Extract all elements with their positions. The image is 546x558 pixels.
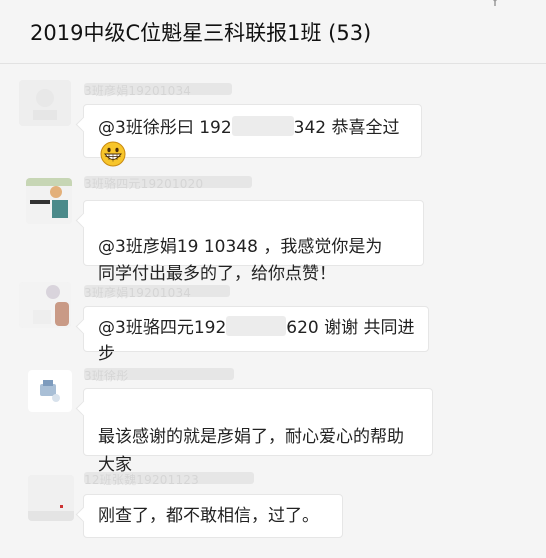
avatar[interactable] xyxy=(19,282,71,328)
message-text: @3班彦娟19 10348 ，我感觉你是为 同学付出最多的了，给你点赞！ xyxy=(98,237,383,284)
chat-title: 2019中级C位魁星三科联报1班 (53) xyxy=(30,21,372,45)
sender-name: 3班徐彤 xyxy=(84,369,129,383)
chat-header: 2019中级C位魁星三科联报1班 (53) xyxy=(0,0,546,64)
sender-name: 3班彦娟19201034 xyxy=(84,286,192,300)
redaction-mask xyxy=(231,116,294,136)
avatar[interactable] xyxy=(28,370,72,412)
sender-name: 12班张魏19201123 xyxy=(84,473,199,487)
avatar[interactable] xyxy=(28,475,74,521)
sender-name: 3班彦娟19201034 xyxy=(84,84,192,98)
pin-icon[interactable] xyxy=(487,0,503,6)
message-bubble[interactable]: @3班彦娟19 10348 ，我感觉你是为 同学付出最多的了，给你点赞！ xyxy=(83,200,424,284)
message-bubble[interactable]: 最该感谢的就是彦娟了，耐心爱心的帮助 大家 xyxy=(83,388,433,475)
sender-name: 3班骆四元19201020 xyxy=(84,177,204,191)
message-text: @3班徐彤曰 192 xyxy=(98,118,232,138)
message-text: 342 恭喜全过 xyxy=(293,118,400,138)
avatar[interactable] xyxy=(26,178,72,224)
message-text: @3班骆四元192 xyxy=(98,318,227,338)
message-text: 最该感谢的就是彦娟了，耐心爱心的帮助 大家 xyxy=(98,427,404,475)
message-list[interactable]: 3班彦娟19201034 @3班徐彤曰 192 342 恭喜全过 3班骆四元19… xyxy=(0,64,546,558)
message-bubble[interactable]: 刚查了，都不敢相信，过了。 xyxy=(83,494,343,538)
message-bubble[interactable]: @3班骆四元192 620 谢谢 共同进步 xyxy=(83,306,429,364)
redaction-mask xyxy=(226,316,287,336)
message-bubble[interactable]: @3班徐彤曰 192 342 恭喜全过 xyxy=(83,104,422,167)
grinning-face-icon xyxy=(100,141,126,167)
message-text: 刚查了，都不敢相信，过了。 xyxy=(98,506,319,526)
avatar[interactable] xyxy=(19,80,71,126)
